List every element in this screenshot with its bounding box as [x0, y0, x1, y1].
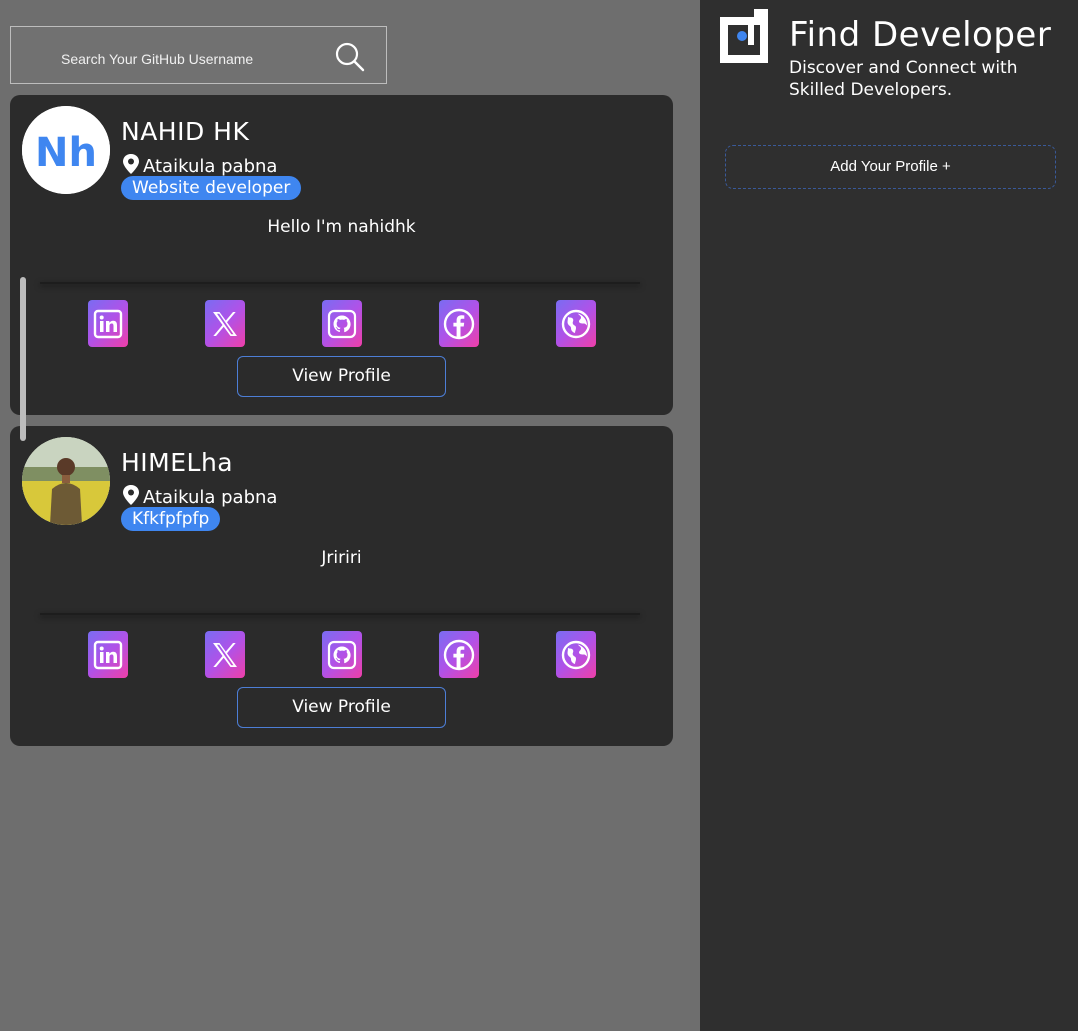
location-text: Ataikula pabna: [143, 156, 278, 177]
github-icon[interactable]: [322, 300, 362, 347]
side-panel: Find Developer Discover and Connect with…: [700, 0, 1078, 1031]
page-title: Find Developer: [789, 15, 1052, 55]
facebook-icon[interactable]: [439, 300, 479, 347]
divider: [40, 613, 640, 615]
main-area: Nh NAHID HK Ataikula pabna Website devel…: [0, 0, 700, 1031]
profile-name: HIMELha: [121, 448, 234, 477]
facebook-icon[interactable]: [439, 631, 479, 678]
page-subtitle: Discover and Connect with Skilled Develo…: [789, 58, 1018, 100]
globe-icon[interactable]: [556, 631, 596, 678]
location-text: Ataikula pabna: [143, 487, 278, 508]
view-profile-button[interactable]: View Profile: [237, 356, 446, 397]
scrollbar[interactable]: [20, 277, 26, 441]
x-icon[interactable]: [205, 631, 245, 678]
logo-icon: [720, 9, 768, 63]
profile-name: NAHID HK: [121, 117, 250, 146]
divider: [40, 282, 640, 284]
profile-card: HIMELha Ataikula pabna Kfkfpfpfp Jririri: [10, 426, 673, 746]
view-profile-button[interactable]: View Profile: [237, 687, 446, 728]
profile-bio: Hello I'm nahidhk: [267, 217, 416, 237]
role-badge: Website developer: [121, 176, 302, 200]
avatar: Nh: [22, 106, 110, 194]
avatar: [22, 437, 110, 525]
role-badge: Kfkfpfpfp: [121, 507, 221, 531]
svg-text:Nh: Nh: [35, 130, 97, 176]
add-profile-button[interactable]: Add Your Profile +: [725, 145, 1056, 189]
x-icon[interactable]: [205, 300, 245, 347]
profile-bio: Jririri: [321, 548, 362, 568]
search-input[interactable]: [11, 27, 331, 83]
profile-card: Nh NAHID HK Ataikula pabna Website devel…: [10, 95, 673, 415]
linkedin-icon[interactable]: [88, 631, 128, 678]
social-links: [10, 631, 673, 679]
social-links: [10, 300, 673, 348]
search-icon[interactable]: [334, 41, 366, 73]
search-box: [10, 26, 387, 84]
globe-icon[interactable]: [556, 300, 596, 347]
linkedin-icon[interactable]: [88, 300, 128, 347]
github-icon[interactable]: [322, 631, 362, 678]
